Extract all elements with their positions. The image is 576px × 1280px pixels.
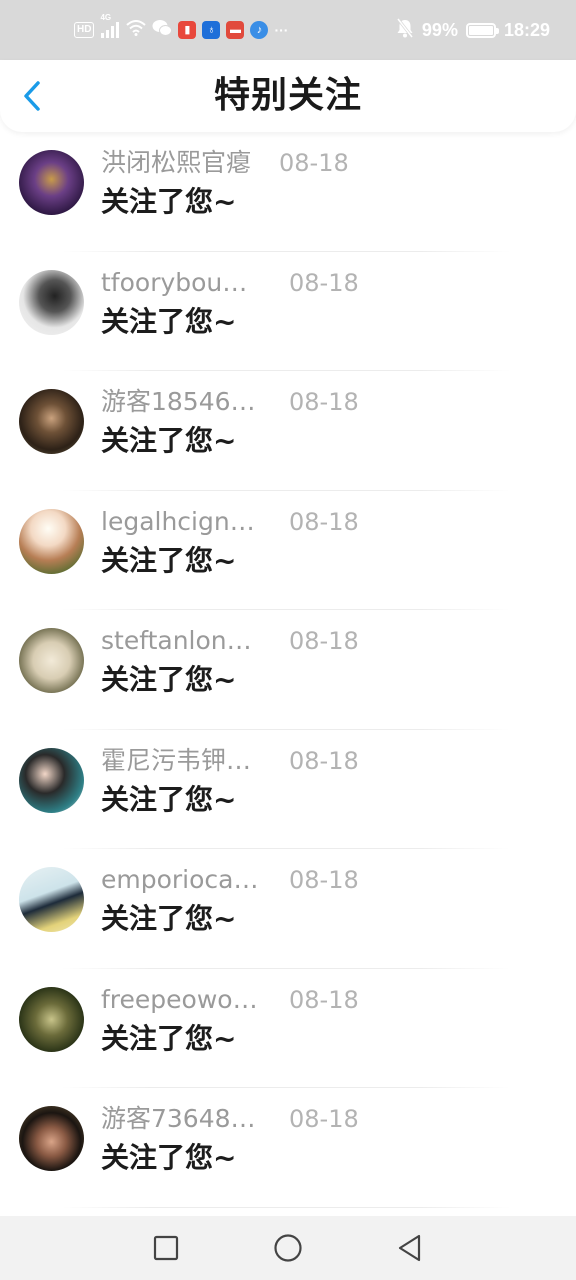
avatar[interactable] <box>19 1106 84 1171</box>
user-name: 游客73648… <box>101 1104 256 1133</box>
list-item[interactable]: 游客18546… 08-18 关注了您~ <box>0 371 576 491</box>
item-message: 关注了您~ <box>101 304 237 338</box>
status-right: 99% 18:29 <box>396 17 550 43</box>
home-button[interactable] <box>270 1230 306 1266</box>
user-name: 霍尼污韦钾… <box>101 745 252 775</box>
home-icon <box>274 1234 302 1262</box>
item-date: 08-18 <box>289 866 359 894</box>
user-name: steftanlon… <box>101 626 252 655</box>
list-item[interactable]: legalhcign… 08-18 关注了您~ <box>0 491 576 611</box>
user-name: 游客18546… <box>101 387 256 416</box>
item-date: 08-18 <box>289 388 359 416</box>
battery-percent: 99% <box>421 19 458 40</box>
recent-apps-icon <box>153 1235 179 1261</box>
item-message: 关注了您~ <box>101 902 237 935</box>
status-left: HD 4G ▮ ♁ ▬ ♪ ··· <box>74 13 289 42</box>
item-date: 08-18 <box>289 746 359 775</box>
clock: 18:29 <box>503 19 550 40</box>
avatar[interactable] <box>19 269 84 335</box>
avatar[interactable] <box>19 150 84 215</box>
item-date: 08-18 <box>289 985 359 1014</box>
list-item[interactable]: freepeowo… 08-18 关注了您~ <box>0 969 576 1089</box>
avatar[interactable] <box>19 389 84 454</box>
user-name: tfoorybou… <box>101 267 248 297</box>
wifi-icon <box>126 19 147 41</box>
nav-back-button[interactable] <box>392 1230 428 1266</box>
user-name: freepeowo… <box>101 984 258 1014</box>
more-notifications-icon: ··· <box>274 22 289 38</box>
follower-list: 洪闭松熙官瘪 08-18 关注了您~ tfoorybou… 08-18 关注了您… <box>0 132 576 1208</box>
hd-badge: HD <box>74 22 95 38</box>
wechat-icon <box>152 19 173 42</box>
app-header: 特别关注 <box>0 60 576 132</box>
back-icon <box>398 1234 421 1262</box>
item-message: 关注了您~ <box>101 424 237 457</box>
avatar[interactable] <box>19 508 84 574</box>
network-type: 4G <box>100 13 112 22</box>
book-app-icon: ▮ <box>178 21 197 39</box>
user-name: 洪闭松熙官瘪 <box>101 148 252 177</box>
item-message: 关注了您~ <box>101 782 237 816</box>
recent-apps-button[interactable] <box>148 1230 184 1266</box>
item-date: 08-18 <box>289 627 359 655</box>
list-item[interactable]: steftanlon… 08-18 关注了您~ <box>0 610 576 730</box>
item-date: 08-18 <box>279 149 349 177</box>
battery-icon <box>465 22 499 38</box>
list-item[interactable]: 游客73648… 08-18 关注了您~ <box>0 1088 576 1208</box>
huawei-app-icon: ▬ <box>226 21 245 39</box>
item-message: 关注了您~ <box>101 663 237 696</box>
user-name: emporioca… <box>101 865 259 894</box>
list-item[interactable]: 霍尼污韦钾… 08-18 关注了您~ <box>0 730 576 850</box>
avatar[interactable] <box>19 628 84 693</box>
battery-level <box>468 25 493 35</box>
list-item[interactable]: tfoorybou… 08-18 关注了您~ <box>0 252 576 372</box>
user-name: legalhcign… <box>101 506 255 536</box>
item-date: 08-18 <box>289 1105 359 1133</box>
item-message: 关注了您~ <box>101 543 237 577</box>
item-message: 关注了您~ <box>101 1141 237 1174</box>
item-message: 关注了您~ <box>101 1021 237 1055</box>
item-date: 08-18 <box>289 268 359 297</box>
music-app-icon: ♪ <box>250 21 269 39</box>
avatar[interactable] <box>19 986 84 1052</box>
page-title: 特别关注 <box>213 75 362 116</box>
signal-icon: 4G <box>100 13 120 38</box>
system-nav-bar <box>0 1216 576 1280</box>
avatar[interactable] <box>19 747 84 813</box>
item-date: 08-18 <box>289 507 359 536</box>
status-bar: HD 4G ▮ ♁ ▬ ♪ ··· 99% 18:29 <box>0 0 576 60</box>
avatar[interactable] <box>19 867 84 932</box>
list-item[interactable]: 洪闭松熙官瘪 08-18 关注了您~ <box>0 132 576 252</box>
list-item[interactable]: emporioca… 08-18 关注了您~ <box>0 849 576 969</box>
item-message: 关注了您~ <box>101 185 237 218</box>
bulb-app-icon: ♁ <box>202 21 221 39</box>
mute-bell-icon <box>396 17 414 43</box>
